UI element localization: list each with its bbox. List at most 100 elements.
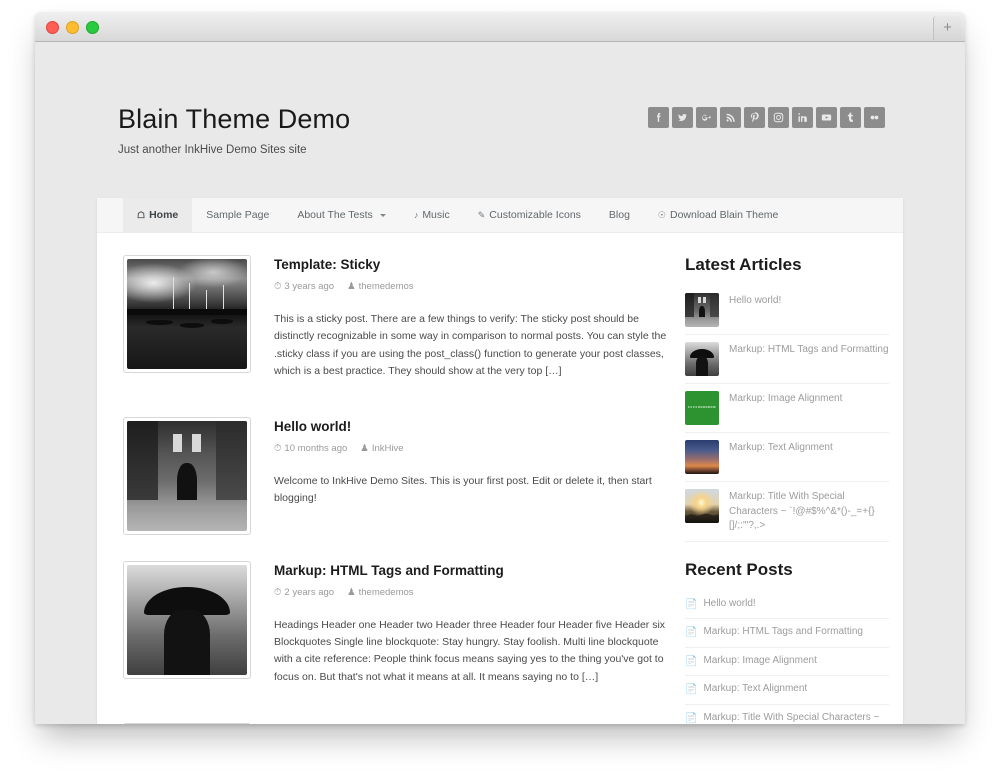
list-item[interactable]: 📄 Hello world! xyxy=(685,591,889,619)
list-item-label: Markup: Text Alignment xyxy=(729,442,833,453)
google-plus-icon[interactable] xyxy=(696,107,717,128)
alley-street-bw-photo xyxy=(685,293,719,327)
post-item: Template: Sticky ⏱ 3 years ago ♟ themedemo… xyxy=(123,255,667,391)
post-title[interactable]: Markup: HTML Tags and Formatting xyxy=(274,563,667,578)
umbrella-rain-bw-photo xyxy=(685,342,719,376)
list-item-label: Markup: Image Alignment xyxy=(703,654,817,666)
window-controls xyxy=(46,21,99,34)
post-list: Template: Sticky ⏱ 3 years ago ♟ themedemo… xyxy=(97,255,667,724)
facebook-icon[interactable] xyxy=(648,107,669,128)
nav-item-blog[interactable]: Blog xyxy=(595,198,644,232)
list-item[interactable]: 📄 Markup: HTML Tags and Formatting xyxy=(685,619,889,648)
document-icon: 📄 xyxy=(685,712,698,724)
tumblr-icon[interactable] xyxy=(840,107,861,128)
post-thumbnail[interactable] xyxy=(123,255,251,373)
list-item[interactable]: 📄 Markup: Image Alignment xyxy=(685,648,889,676)
post-excerpt: Headings Header one Header two Header th… xyxy=(274,618,666,683)
post-thumbnail[interactable] xyxy=(123,560,251,679)
list-item[interactable]: Hello world! xyxy=(685,286,889,335)
nav-item-label: Download Blain Theme xyxy=(670,209,779,221)
post-author: ♟ themedemos xyxy=(347,586,414,598)
browser-titlebar: + xyxy=(35,12,965,42)
clock-icon: ⏱ xyxy=(274,586,282,598)
page-viewport: Blain Theme Demo Just another InkHive De… xyxy=(35,42,965,724)
list-item-label: Markup: Title With Special Characters ~ … xyxy=(729,491,875,531)
nav-item-about-the-tests[interactable]: About The Tests xyxy=(283,198,400,232)
post-meta: ⏱ 2 years ago ♟ themedemos xyxy=(274,587,667,598)
list-item[interactable]: Markup: Text Alignment xyxy=(685,433,889,482)
close-window-button[interactable] xyxy=(46,21,59,34)
list-item[interactable]: Markup: Title With Special Characters ~ … xyxy=(685,482,889,542)
rss-icon[interactable] xyxy=(720,107,741,128)
pencil-icon: ✎ xyxy=(477,209,486,220)
document-icon: 📄 xyxy=(685,627,698,638)
sidebar: Latest Articles Hello world! Markup: HTM… xyxy=(667,255,903,724)
nav-item-music[interactable]: ♪ Music xyxy=(400,198,464,232)
list-item[interactable]: 📄 Markup: Title With Special Characters … xyxy=(685,705,889,725)
nav-item-label: About The Tests xyxy=(297,209,373,221)
widget-title: Latest Articles xyxy=(685,255,802,274)
post-title[interactable]: Hello world! xyxy=(274,419,667,434)
nav-item-label: Music xyxy=(422,209,450,221)
social-links xyxy=(648,107,885,128)
post-content: Template: Sticky ⏱ 3 years ago ♟ themedemo… xyxy=(251,255,667,391)
site-title: Blain Theme Demo xyxy=(118,104,351,134)
list-item-label: Hello world! xyxy=(729,295,782,306)
site-tagline: Just another InkHive Demo Sites site xyxy=(118,144,307,156)
list-item[interactable]: 📄 Markup: Text Alignment xyxy=(685,676,889,705)
post-author: ♟ themedemos xyxy=(347,281,414,292)
post-item: Markup: Image Alignment xyxy=(123,722,667,725)
nav-item-customizable-icons[interactable]: ✎ Customizable Icons xyxy=(464,198,595,232)
list-item[interactable]: Markup: HTML Tags and Formatting xyxy=(685,335,889,384)
post-excerpt: Welcome to InkHive Demo Sites. This is y… xyxy=(274,474,652,505)
music-icon: ♪ xyxy=(413,209,419,220)
post-date: ⏱ 3 years ago xyxy=(274,281,335,292)
nav-item-label: Blog xyxy=(608,209,630,221)
list-item-label: Markup: HTML Tags and Formatting xyxy=(703,626,863,637)
document-icon: 📄 xyxy=(685,684,698,695)
post-item: Markup: HTML Tags and Formatting ⏱ 2 year… xyxy=(123,560,667,697)
post-meta: ⏱ 10 months ago ♟ InkHive xyxy=(274,443,667,454)
flickr-icon[interactable] xyxy=(864,107,885,128)
sunset-sky-photo xyxy=(685,440,719,474)
instagram-icon[interactable] xyxy=(768,107,789,128)
chevron-down-icon xyxy=(379,213,386,217)
post-thumbnail[interactable] xyxy=(123,722,251,724)
list-item-label: Hello world! xyxy=(703,597,756,609)
post-title[interactable]: Template: Sticky xyxy=(274,257,667,272)
post-meta: ⏱ 3 years ago ♟ themedemos xyxy=(274,281,667,292)
clock-icon: ☉ xyxy=(657,209,666,220)
clock-icon: ⏱ xyxy=(274,281,282,292)
widget-latest-articles: Latest Articles Hello world! Markup: HTM… xyxy=(685,255,889,542)
nav-item-sample-page[interactable]: Sample Page xyxy=(192,198,283,232)
content-card: ☖ Home Sample Page About The Tests ♪ Mus… xyxy=(97,198,903,724)
new-tab-button[interactable]: + xyxy=(933,16,961,40)
list-item[interactable]: Markup: Image Alignment xyxy=(685,384,889,433)
clock-icon: ⏱ xyxy=(274,442,282,454)
document-icon: 📄 xyxy=(685,655,698,667)
nav-item-home[interactable]: ☖ Home xyxy=(123,198,193,232)
post-excerpt: This is a sticky post. There are a few t… xyxy=(274,313,667,377)
youtube-icon[interactable] xyxy=(816,107,837,128)
zoom-window-button[interactable] xyxy=(86,21,99,34)
document-icon: 📄 xyxy=(685,598,698,610)
site-header: Blain Theme Demo Just another InkHive De… xyxy=(35,42,965,156)
browser-window: + Blain Theme Demo Just another InkHive … xyxy=(35,12,965,724)
pinterest-icon[interactable] xyxy=(744,107,765,128)
minimize-window-button[interactable] xyxy=(66,21,79,34)
list-item-label: Markup: Title With Special Characters ~ … xyxy=(703,711,880,723)
post-thumbnail[interactable] xyxy=(123,416,251,535)
nav-item-label: Sample Page xyxy=(206,209,270,221)
green-block xyxy=(685,391,719,425)
post-date: ⏱ 2 years ago xyxy=(274,586,335,598)
user-icon: ♟ xyxy=(360,442,369,454)
main-navigation: ☖ Home Sample Page About The Tests ♪ Mus… xyxy=(97,198,903,233)
post-content: Hello world! ⏱ 10 months ago ♟ InkHive Wel… xyxy=(251,417,667,535)
post-content: Markup: Image Alignment xyxy=(251,723,667,725)
alley-street-bw-photo xyxy=(127,420,247,531)
linkedin-icon[interactable] xyxy=(792,107,813,128)
list-item-label: Markup: Text Alignment xyxy=(703,683,808,694)
nav-item-download-blain-theme[interactable]: ☉ Download Blain Theme xyxy=(644,198,792,232)
widget-title: Recent Posts xyxy=(685,559,793,579)
twitter-icon[interactable] xyxy=(672,107,693,128)
